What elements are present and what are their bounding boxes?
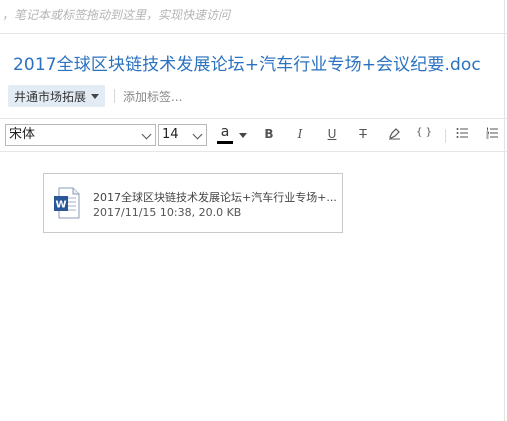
italic-button[interactable]: I [295, 127, 305, 145]
bulleted-list-button[interactable] [455, 127, 469, 145]
font-color-button[interactable]: a [216, 124, 234, 144]
bullet-list-icon [456, 128, 468, 138]
toolbar-divider [445, 129, 446, 143]
tag-divider [114, 89, 116, 103]
notebook-label: 井通市场拓展 [14, 89, 87, 104]
strikethrough-button[interactable]: T [357, 127, 369, 145]
notebook-selector-button[interactable]: 井通市场拓展 [8, 85, 106, 107]
highlighter-icon [388, 128, 400, 140]
font-color-swatch [217, 141, 233, 144]
shortcut-drop-hint: ，笔记本或标签拖动到这里，实现快速访问 [0, 0, 507, 34]
formatting-toolbar: 宋体 14 a B I U T { } [0, 118, 507, 152]
numbered-list-icon [486, 127, 498, 139]
attachment-card[interactable]: W 2017全球区块链技术发展论坛+汽车行业专场+... 2017/11/15 … [43, 173, 343, 233]
font-family-select[interactable]: 宋体 [5, 124, 156, 146]
chevron-down-icon[interactable] [239, 133, 247, 138]
add-tag-input[interactable]: 添加标签... [123, 88, 182, 105]
tag-bar: 井通市场拓展 添加标签... [8, 85, 182, 107]
font-size-value: 14 [162, 127, 179, 142]
note-title[interactable]: 2017全球区块链技术发展论坛+汽车行业专场+会议纪要.doc [13, 50, 481, 75]
attachment-filename: 2017全球区块链技术发展论坛+汽车行业专场+... [93, 191, 337, 204]
underline-button[interactable]: U [326, 127, 338, 145]
font-family-value: 宋体 [9, 127, 36, 142]
font-color-letter: a [220, 124, 230, 140]
svg-text:W: W [55, 200, 66, 211]
chevron-down-icon [192, 129, 203, 140]
attachment-meta: 2017/11/15 10:38, 20.0 KB [93, 206, 242, 219]
highlight-button[interactable] [387, 127, 401, 145]
chevron-down-icon [141, 129, 152, 140]
word-doc-icon: W [54, 187, 80, 219]
font-size-select[interactable]: 14 [158, 124, 207, 146]
numbered-list-button[interactable] [485, 127, 499, 145]
chevron-down-icon [91, 93, 100, 99]
panel-divider [504, 0, 505, 421]
bold-button[interactable]: B [263, 127, 275, 145]
code-button[interactable]: { } [415, 127, 433, 145]
